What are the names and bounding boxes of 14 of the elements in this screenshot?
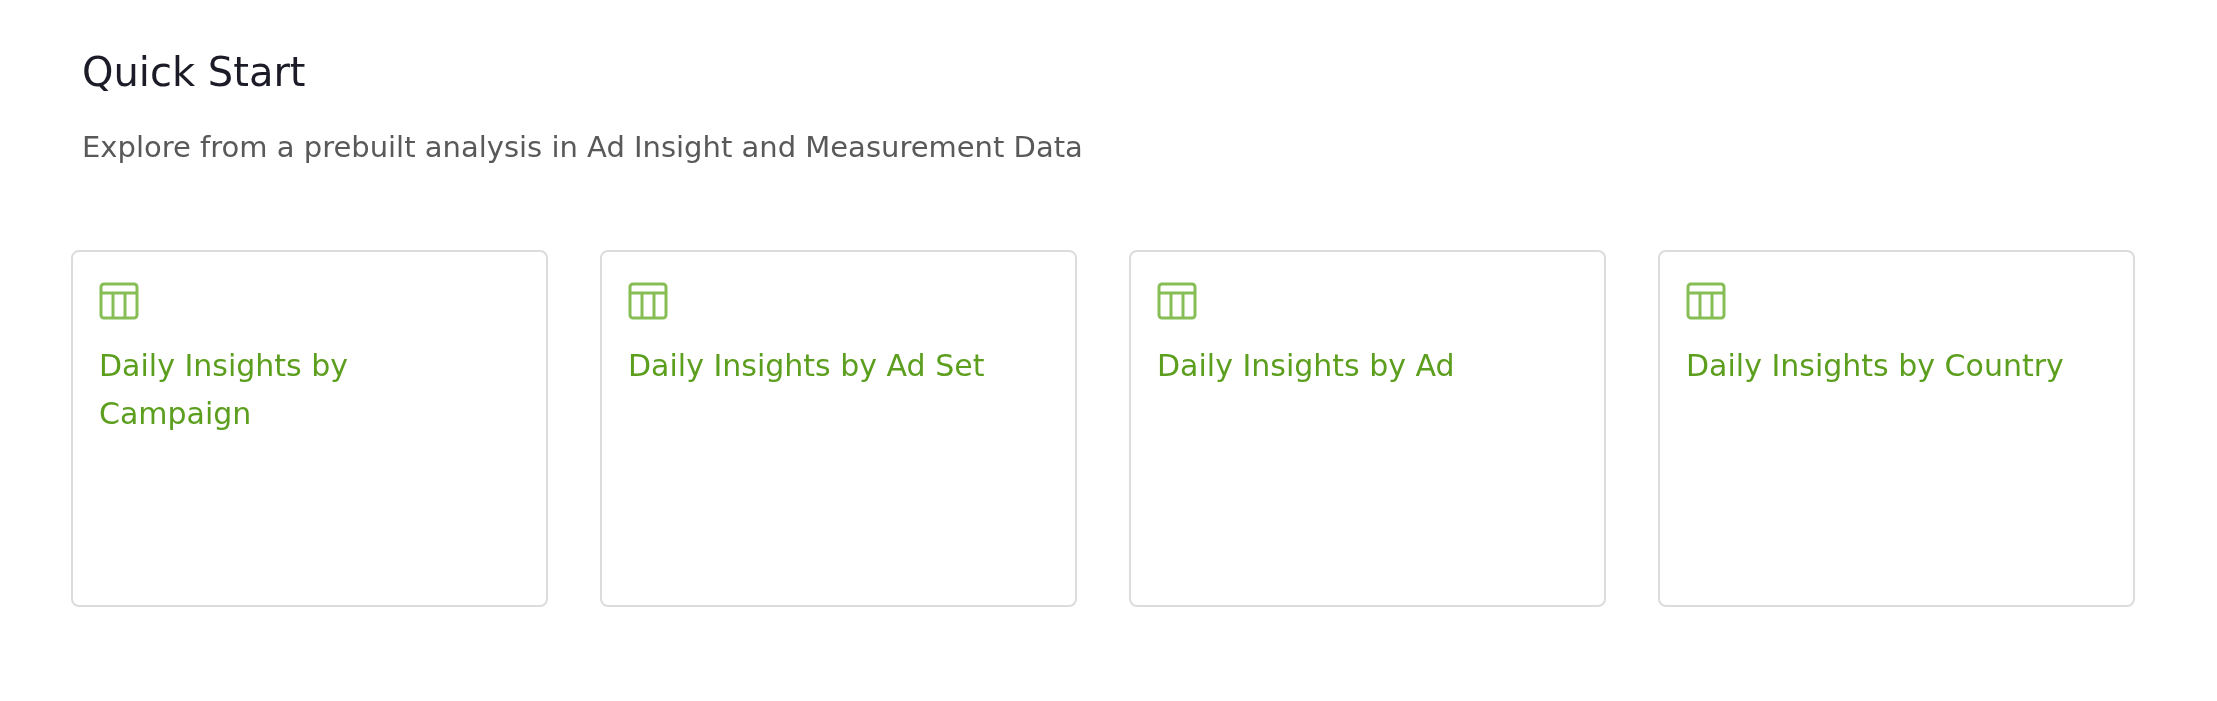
table-icon: [1157, 281, 1197, 320]
page-subtitle: Explore from a prebuilt analysis in Ad Insight and Measurement Data: [82, 129, 1084, 166]
card-title: Daily Insights by Country: [1686, 346, 2065, 385]
table-icon: [99, 281, 139, 320]
card-title: Daily Insights by Ad Set: [628, 346, 986, 385]
card-title: Daily Insights by Ad: [1157, 346, 1456, 385]
analysis-card[interactable]: Daily Insights by Ad: [1129, 249, 1606, 607]
table-icon: [1686, 281, 1726, 320]
analysis-card[interactable]: Daily Insights by Country: [1658, 249, 2135, 607]
analysis-card[interactable]: Daily Insights by Campaign: [71, 249, 548, 607]
analysis-card[interactable]: Daily Insights by Ad Set: [600, 249, 1077, 607]
page-title: Quick Start: [82, 48, 307, 96]
card-title: Daily Insights by Campaign: [99, 346, 350, 433]
table-icon: [628, 281, 668, 320]
